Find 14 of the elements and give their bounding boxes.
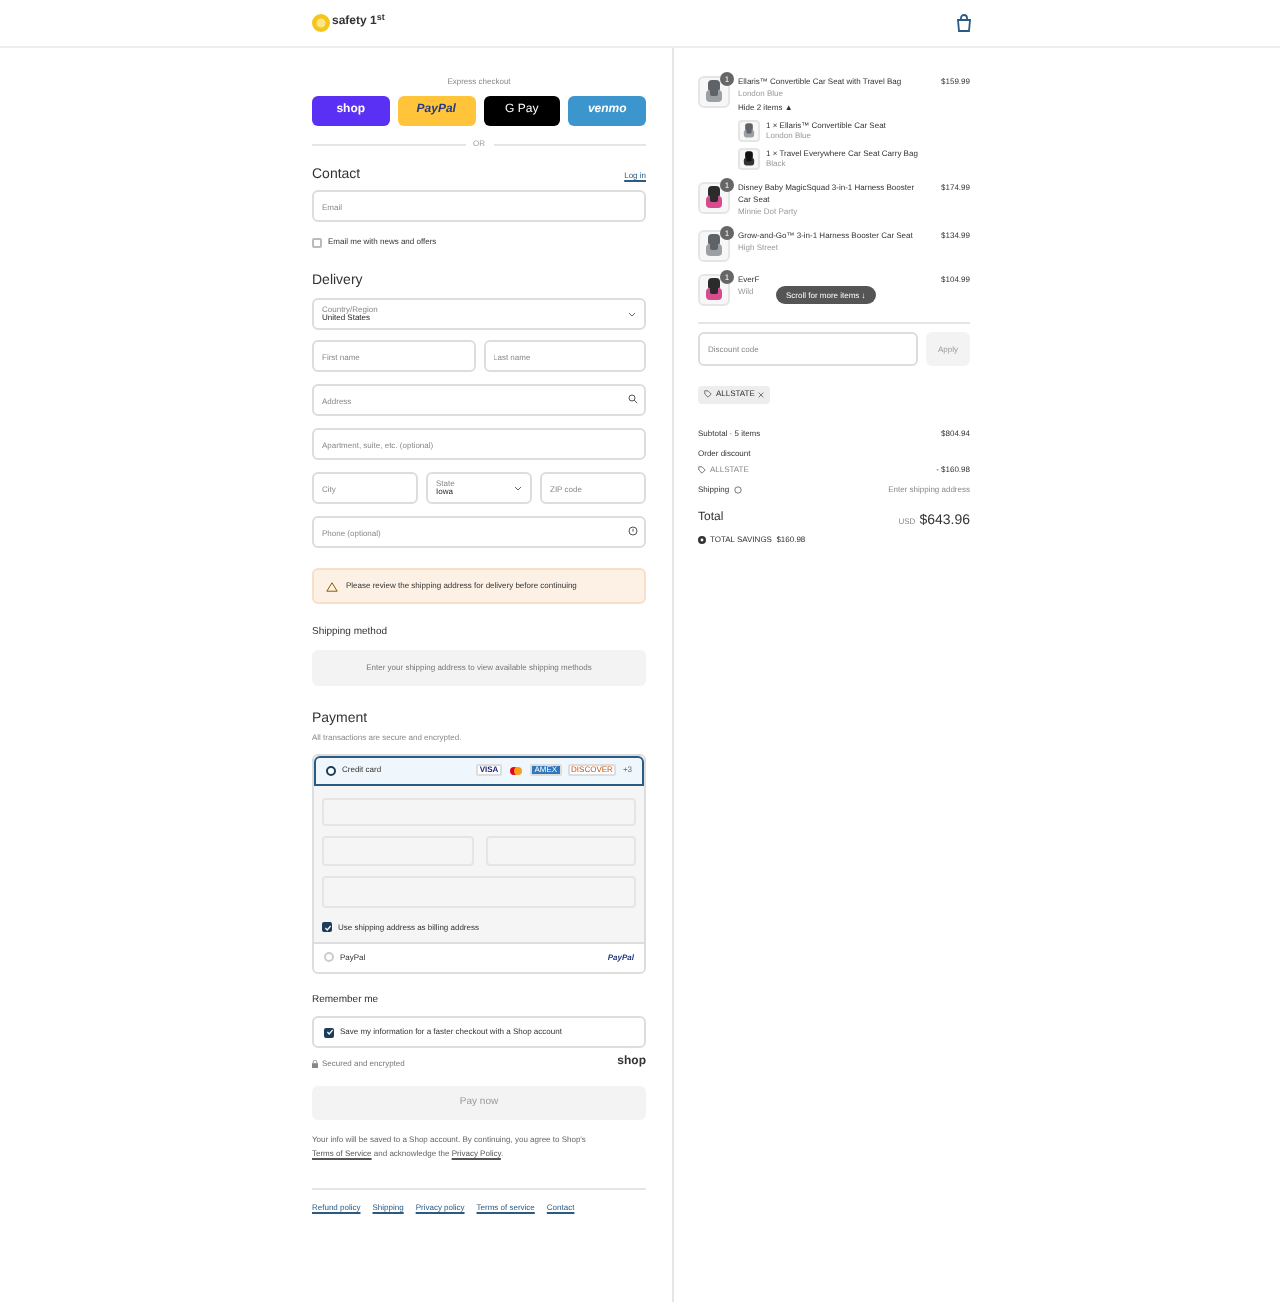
help-icon: [733, 486, 742, 494]
savings-icon: [698, 536, 706, 544]
search-icon: [628, 394, 638, 404]
card-brand-icon: [508, 765, 525, 775]
logo-icon: [312, 14, 330, 32]
lock-icon: [312, 1059, 318, 1067]
tag-icon: [704, 390, 712, 398]
help-icon: [628, 526, 638, 536]
tag-icon: [698, 466, 706, 474]
warning-icon: [326, 581, 338, 591]
remove-icon[interactable]: [758, 391, 765, 397]
radio-button[interactable]: [326, 765, 336, 775]
checkbox[interactable]: [312, 237, 322, 247]
bag-icon[interactable]: [956, 14, 972, 32]
